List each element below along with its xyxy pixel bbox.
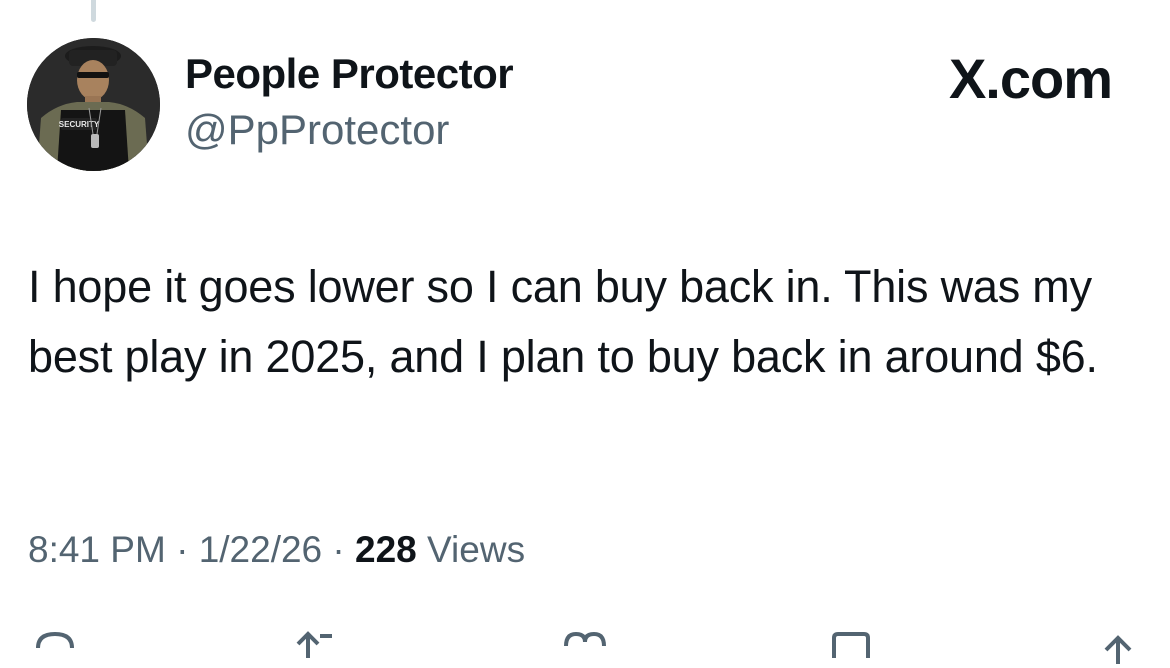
views-count: 228 xyxy=(355,529,417,570)
tweet-date[interactable]: 1/22/26 xyxy=(199,529,322,570)
author-handle[interactable]: @PpProtector xyxy=(185,106,449,154)
meta-separator: · xyxy=(176,529,189,570)
bookmark-icon[interactable] xyxy=(828,628,878,668)
tweet-meta: 8:41 PM · 1/22/26 · 228 Views xyxy=(28,529,525,571)
tweet-time[interactable]: 8:41 PM xyxy=(28,529,166,570)
brand-logo-text: X.com xyxy=(948,47,1113,110)
reply-icon[interactable] xyxy=(30,628,80,668)
share-icon[interactable] xyxy=(1096,628,1146,668)
author-display-name[interactable]: People Protector xyxy=(185,50,514,98)
tweet-text: I hope it goes lower so I can buy back i… xyxy=(28,261,1098,382)
like-icon[interactable] xyxy=(560,628,610,668)
avatar-image: SECURITY xyxy=(27,38,160,171)
meta-separator: · xyxy=(332,529,345,570)
thread-connector-line xyxy=(91,0,96,22)
views-label: Views xyxy=(427,529,526,570)
avatar-badge-text: SECURITY xyxy=(59,120,100,129)
repost-icon[interactable] xyxy=(290,628,340,668)
avatar[interactable]: SECURITY xyxy=(27,38,160,171)
action-bar xyxy=(0,620,1170,664)
